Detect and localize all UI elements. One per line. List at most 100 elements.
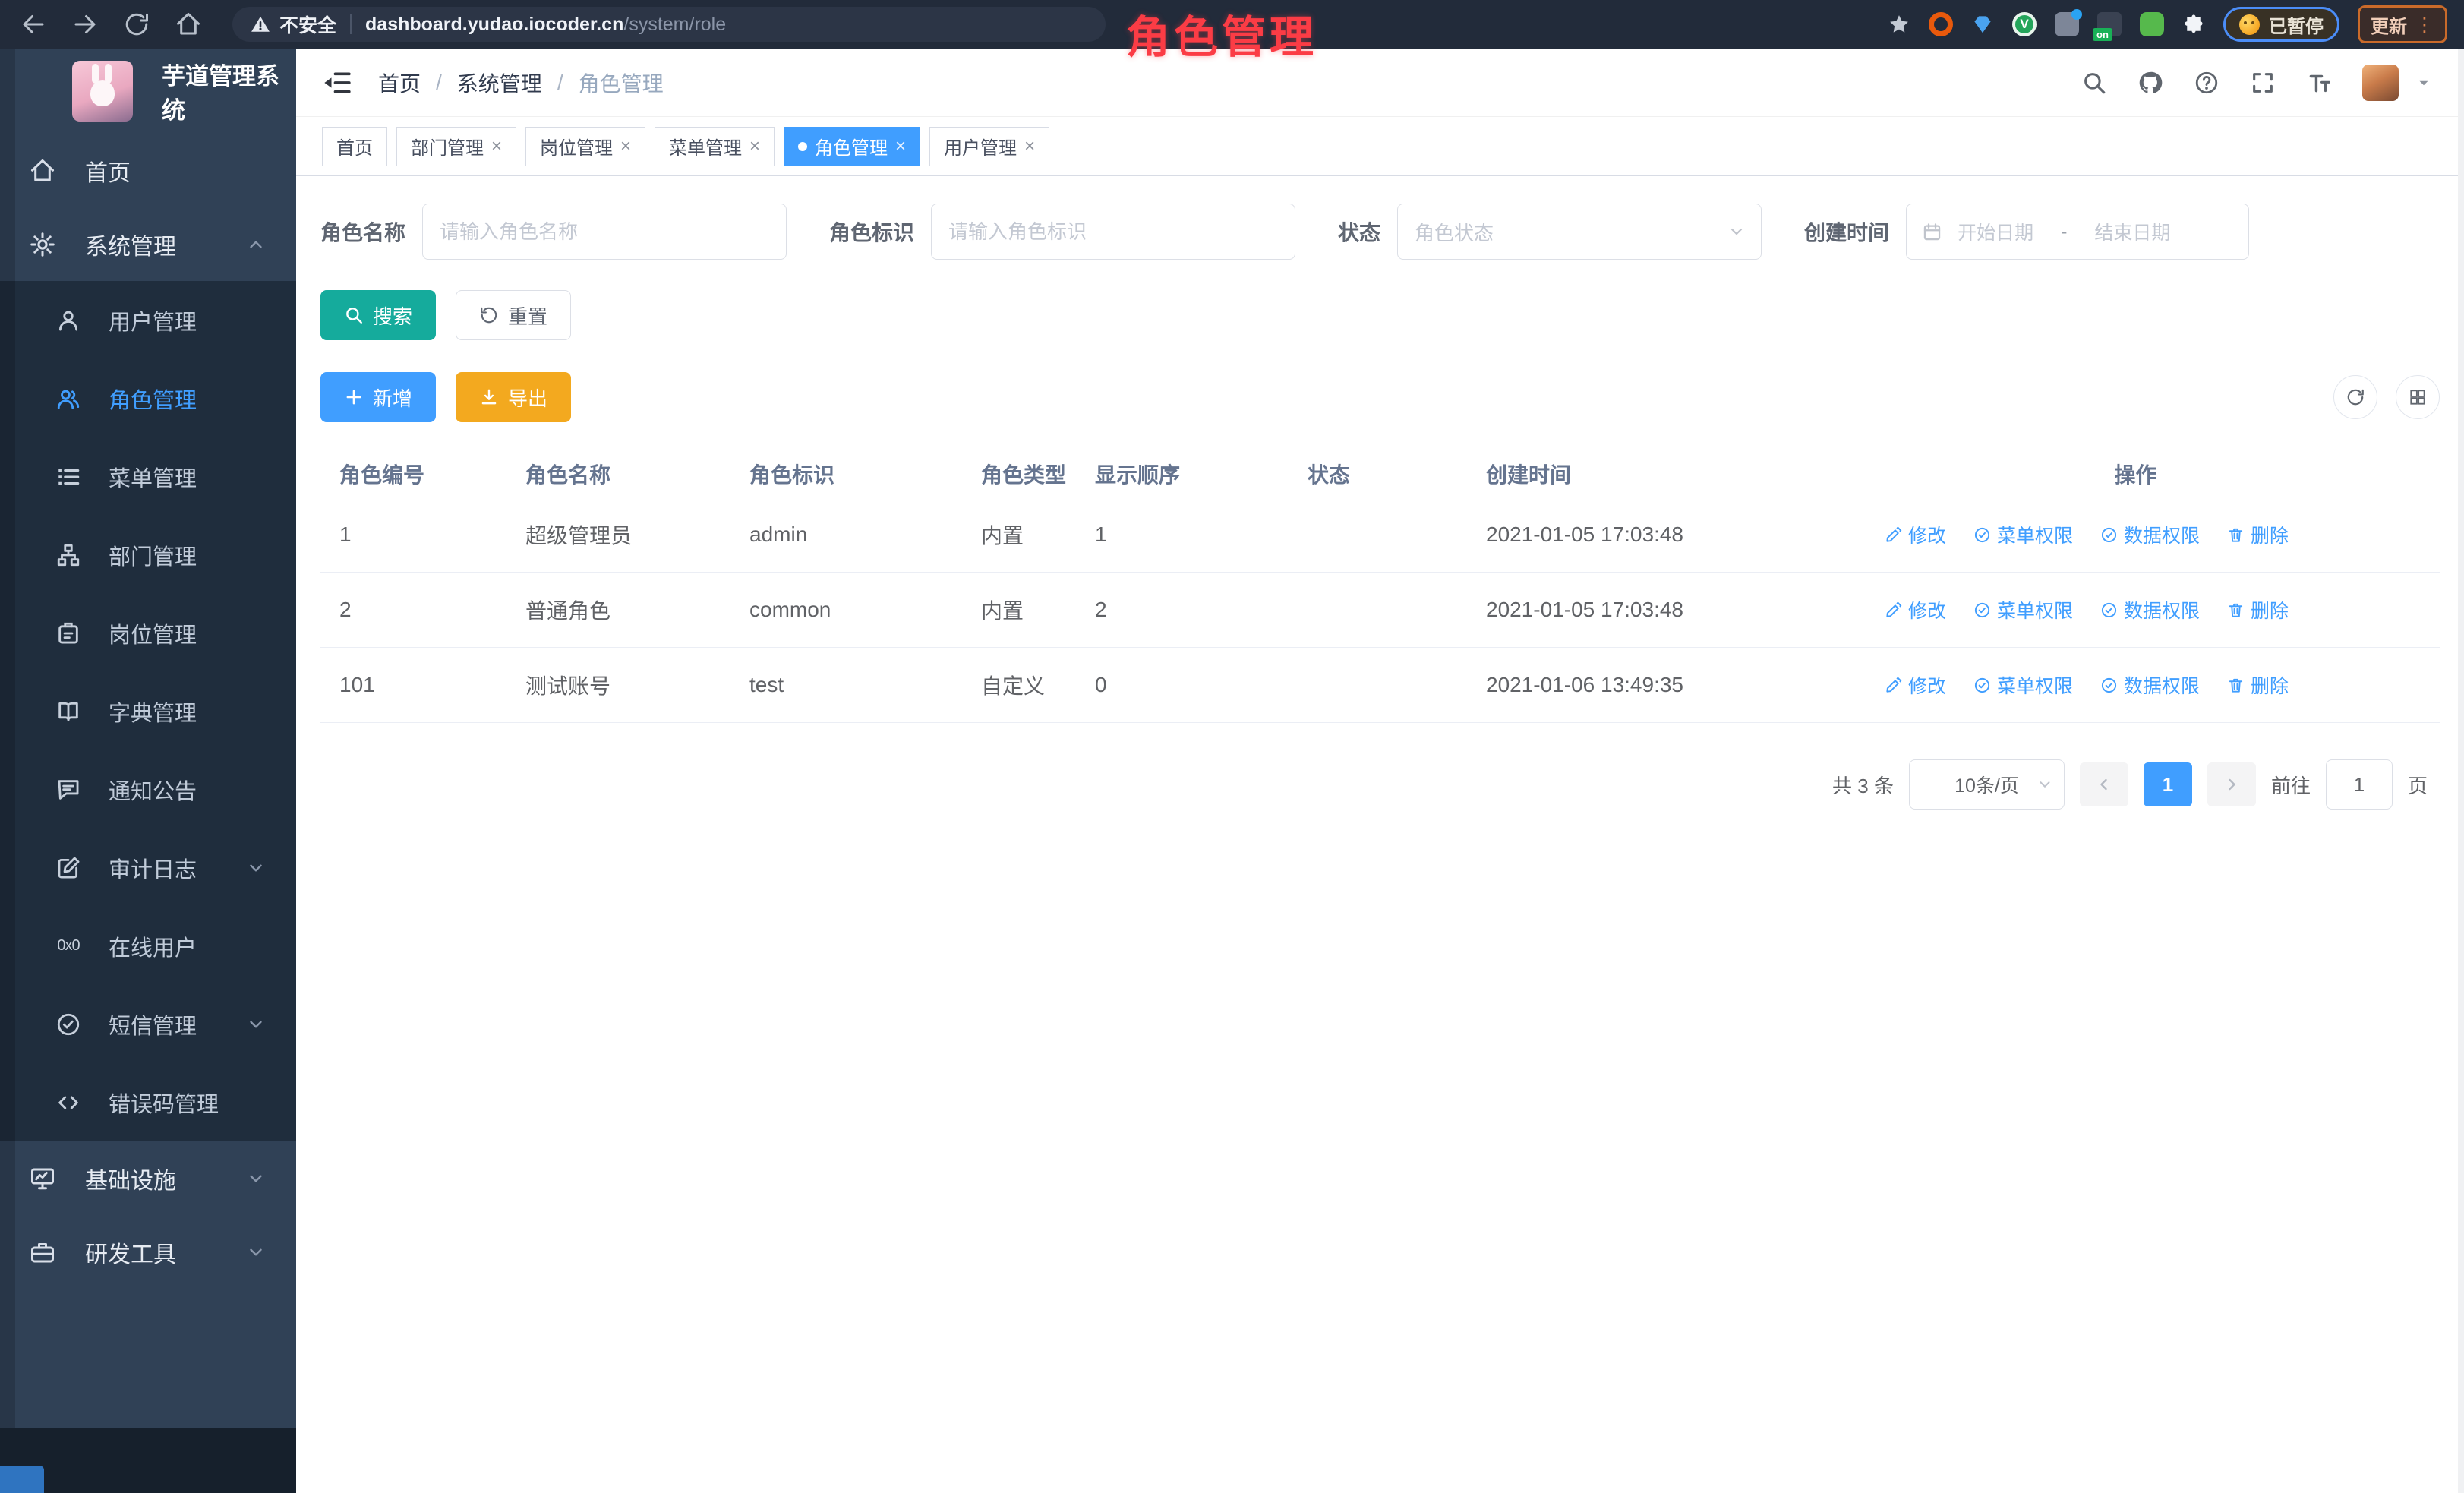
sidebar-item-roles[interactable]: 角色管理 (0, 359, 296, 437)
breadcrumb-system[interactable]: 系统管理 (457, 68, 542, 98)
filter-role-name: 角色名称 (320, 204, 787, 260)
close-icon[interactable]: × (895, 137, 906, 156)
sidebar-item-menus[interactable]: 菜单管理 (0, 437, 296, 516)
delete-link[interactable]: 删除 (2227, 521, 2289, 548)
chevron-down-icon (2037, 776, 2053, 793)
menu-permission-link[interactable]: 菜单权限 (1973, 521, 2073, 548)
tab-roles[interactable]: 角色管理 × (784, 127, 920, 166)
role-name-input[interactable] (422, 204, 787, 260)
sidebar-item-system[interactable]: 系统管理 (0, 207, 296, 281)
cell-operations: 修改 菜单权限 数据权限 删除 (1831, 521, 2440, 548)
browser-menu-dots-icon[interactable]: ⋮ (2415, 14, 2434, 34)
user-avatar[interactable] (2362, 65, 2399, 101)
close-icon[interactable]: × (749, 137, 760, 156)
edit-link[interactable]: 修改 (1885, 671, 1946, 699)
active-tab-dot (798, 142, 807, 151)
sidebar-item-sms[interactable]: 短信管理 (0, 985, 296, 1063)
reset-button[interactable]: 重置 (456, 290, 571, 340)
cell-role-id: 101 (320, 673, 506, 697)
sidebar-item-audit-log[interactable]: 审计日志 (0, 829, 296, 907)
delete-link[interactable]: 删除 (2227, 596, 2289, 623)
search-icon[interactable] (2081, 70, 2107, 96)
sidebar-item-users[interactable]: 用户管理 (0, 281, 296, 359)
font-size-icon[interactable] (2306, 70, 2332, 96)
menu-permission-link[interactable]: 菜单权限 (1973, 671, 2073, 699)
search-button[interactable]: 搜索 (320, 290, 436, 340)
browser-back-icon[interactable] (20, 11, 47, 38)
extension-switch-icon[interactable]: on (2097, 12, 2122, 36)
extensions-puzzle-icon[interactable] (2182, 13, 2205, 36)
filter-role-key: 角色标识 (829, 204, 1295, 260)
next-page-button[interactable] (2207, 762, 2256, 806)
close-icon[interactable]: × (491, 137, 502, 156)
export-button[interactable]: 导出 (456, 372, 571, 422)
badge-icon (55, 620, 81, 646)
extension-sprout-icon[interactable] (2140, 12, 2164, 36)
help-icon[interactable] (2194, 70, 2219, 96)
goto-page-input[interactable] (2326, 759, 2393, 810)
column-settings-button[interactable] (2396, 375, 2440, 419)
github-icon[interactable] (2137, 70, 2163, 96)
browser-reload-icon[interactable] (123, 11, 150, 38)
tab-menus[interactable]: 菜单管理 × (655, 127, 775, 166)
edit-link[interactable]: 修改 (1885, 596, 1946, 623)
tab-departments[interactable]: 部门管理 × (396, 127, 516, 166)
data-permission-link[interactable]: 数据权限 (2100, 521, 2200, 548)
sidebar-item-departments[interactable]: 部门管理 (0, 516, 296, 594)
page-number-button[interactable]: 1 (2144, 762, 2192, 806)
extension-orange-icon[interactable] (1929, 12, 1953, 36)
table-row: 2 普通角色 common 内置 2 2021-01-05 17:03:48 修… (320, 573, 2440, 648)
tab-users[interactable]: 用户管理 × (929, 127, 1049, 166)
extension-grey-icon[interactable] (2055, 12, 2079, 36)
extension-green-icon[interactable]: V (2012, 12, 2037, 36)
sidebar-item-posts[interactable]: 岗位管理 (0, 594, 296, 672)
tab-posts[interactable]: 岗位管理 × (525, 127, 645, 166)
page-unit-label: 页 (2408, 771, 2428, 799)
date-range-picker[interactable]: 开始日期 - 结束日期 (1906, 204, 2249, 260)
data-permission-link[interactable]: 数据权限 (2100, 671, 2200, 699)
page-scrollbar[interactable] (2458, 49, 2464, 1493)
profile-avatar-emoji (2239, 14, 2260, 35)
sidebar-fold-icon[interactable] (322, 68, 352, 98)
cell-operations: 修改 菜单权限 数据权限 删除 (1831, 596, 2440, 623)
range-separator: - (2061, 221, 2067, 243)
delete-link[interactable]: 删除 (2227, 671, 2289, 699)
breadcrumb-home[interactable]: 首页 (378, 68, 421, 98)
cell-role-id: 2 (320, 598, 506, 622)
browser-update-group[interactable]: 更新 ⋮ (2358, 5, 2447, 43)
bookmark-star-icon[interactable] (1888, 13, 1910, 36)
caret-down-icon[interactable] (2415, 74, 2432, 91)
tab-home[interactable]: 首页 (322, 127, 387, 166)
close-icon[interactable]: × (1024, 137, 1035, 156)
refresh-table-button[interactable] (2333, 375, 2377, 419)
address-bar[interactable]: 不安全 dashboard.yudao.iocoder.cn /system/r… (232, 7, 1106, 42)
sidebar-item-error-codes[interactable]: 错误码管理 (0, 1063, 296, 1141)
sidebar-item-dictionary[interactable]: 字典管理 (0, 672, 296, 750)
browser-forward-icon[interactable] (71, 11, 99, 38)
sidebar-item-notices[interactable]: 通知公告 (0, 750, 296, 829)
sidebar-item-online-users[interactable]: 0x0 在线用户 (0, 907, 296, 985)
sidebar-item-dev-tools[interactable]: 研发工具 (0, 1215, 296, 1289)
profile-paused-pill[interactable]: 已暂停 (2223, 7, 2339, 42)
prev-page-button[interactable] (2080, 762, 2128, 806)
fullscreen-icon[interactable] (2250, 70, 2276, 96)
trash-icon (2227, 526, 2245, 544)
role-key-input[interactable] (931, 204, 1295, 260)
close-icon[interactable]: × (620, 137, 631, 156)
pagination-total: 共 3 条 (1832, 771, 1894, 799)
edit-link[interactable]: 修改 (1885, 521, 1946, 548)
status-select[interactable]: 角色状态 (1397, 204, 1762, 260)
annotation-title: 角色管理 (1126, 2, 1317, 65)
browser-home-icon[interactable] (175, 11, 202, 38)
sidebar-bottom-strip (0, 1428, 296, 1493)
sidebar-item-infrastructure[interactable]: 基础设施 (0, 1141, 296, 1215)
data-permission-link[interactable]: 数据权限 (2100, 596, 2200, 623)
app-logo-row[interactable]: 芋道管理系统 (0, 49, 296, 134)
not-secure-warning-icon (251, 14, 270, 34)
extension-gem-icon[interactable] (1971, 13, 1994, 36)
sidebar-item-home[interactable]: 首页 (0, 134, 296, 207)
add-button[interactable]: 新增 (320, 372, 436, 422)
menu-permission-link[interactable]: 菜单权限 (1973, 596, 2073, 623)
page-size-select[interactable]: 10条/页 (1909, 759, 2065, 810)
breadcrumb-separator: / (557, 71, 563, 95)
